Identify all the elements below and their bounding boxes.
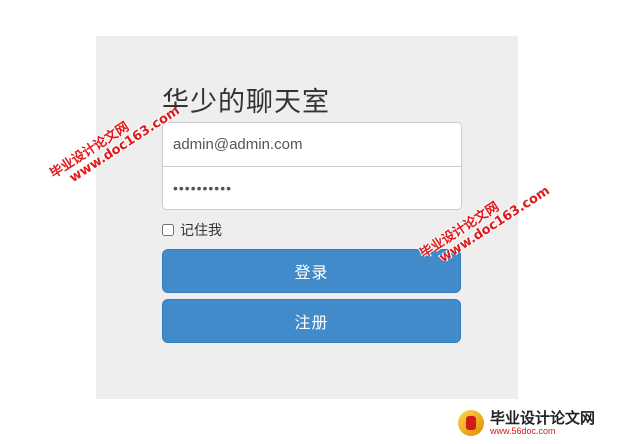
login-form <box>162 122 462 210</box>
login-button[interactable]: 登录 <box>162 249 461 293</box>
remember-me-checkbox[interactable] <box>162 224 174 236</box>
password-field[interactable] <box>163 166 461 209</box>
logo-mark-icon <box>458 410 484 437</box>
remember-me[interactable]: 记住我 <box>162 220 222 240</box>
page: 华少的聊天室 记住我 登录 注册 毕业设计论文网 www.doc163.com … <box>0 0 620 444</box>
footer-logo-url: www.56doc.com <box>490 425 556 436</box>
remember-me-label: 记住我 <box>180 223 222 239</box>
footer-logo-name: 毕业设计论文网 <box>490 409 596 427</box>
email-field[interactable] <box>163 123 461 166</box>
page-title: 华少的聊天室 <box>162 87 330 118</box>
register-button[interactable]: 注册 <box>162 299 461 343</box>
footer-logo: 毕业设计论文网 www.56doc.com <box>458 409 596 437</box>
